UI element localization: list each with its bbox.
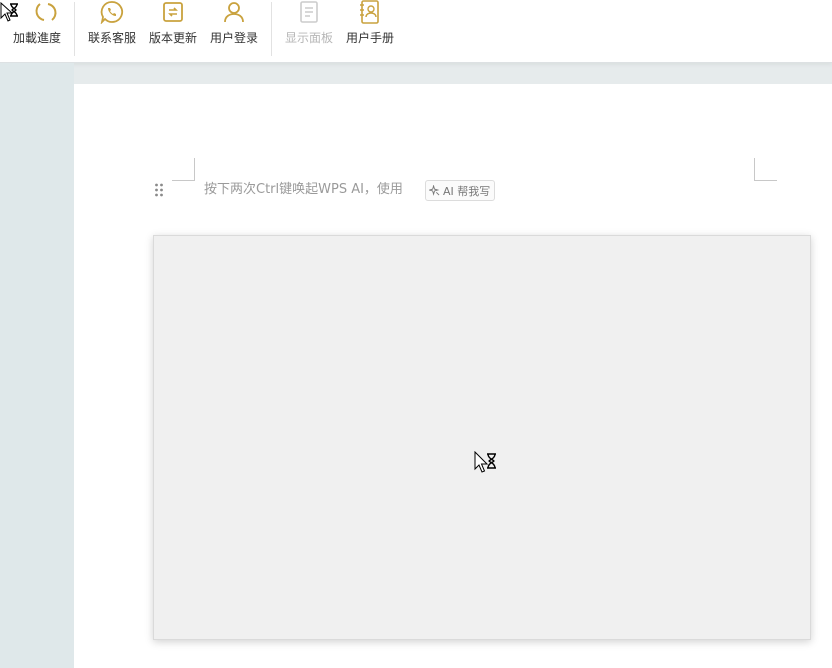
embedded-object-placeholder[interactable] [153, 235, 811, 640]
wps-ai-hint: 按下两次Ctrl键唤起WPS AI，使用 [204, 182, 403, 197]
toolbar-label: 用户登录 [209, 31, 258, 45]
show-panel-button[interactable]: 显示面板 [284, 0, 334, 58]
chat-icon [100, 1, 124, 24]
toolbar-label: 版本更新 [148, 31, 197, 45]
contact-support-button[interactable]: 联系客服 [87, 0, 137, 58]
toolbar-label: 加載進度 [12, 31, 61, 45]
drag-handle-icon[interactable] [154, 183, 164, 197]
version-update-button[interactable]: 版本更新 [148, 0, 198, 58]
toolbar-separator [271, 2, 272, 56]
panel-icon [300, 1, 318, 23]
margin-corner-marker [172, 158, 195, 181]
sparkle-icon [429, 185, 440, 196]
toolbar-label: 显示面板 [284, 31, 333, 45]
margin-corner-marker [754, 158, 777, 181]
manual-icon [360, 0, 379, 24]
user-icon [224, 2, 244, 23]
user-manual-button[interactable]: 用户手册 [345, 0, 395, 58]
toolbar: 加載進度 联系客服 版本更新 用户登录 显示面板 用户手册 [0, 0, 832, 63]
toolbar-separator [74, 2, 75, 56]
ai-write-button[interactable]: AI 帮我写 [425, 180, 496, 201]
update-icon [163, 2, 183, 22]
refresh-icon [35, 3, 57, 21]
ai-write-label: AI 帮我写 [443, 184, 491, 198]
toolbar-label: 联系客服 [87, 31, 136, 45]
left-gutter [0, 63, 74, 668]
user-login-button[interactable]: 用户登录 [209, 0, 259, 58]
load-progress-button[interactable]: 加載進度 [12, 0, 62, 58]
toolbar-label: 用户手册 [345, 31, 394, 45]
